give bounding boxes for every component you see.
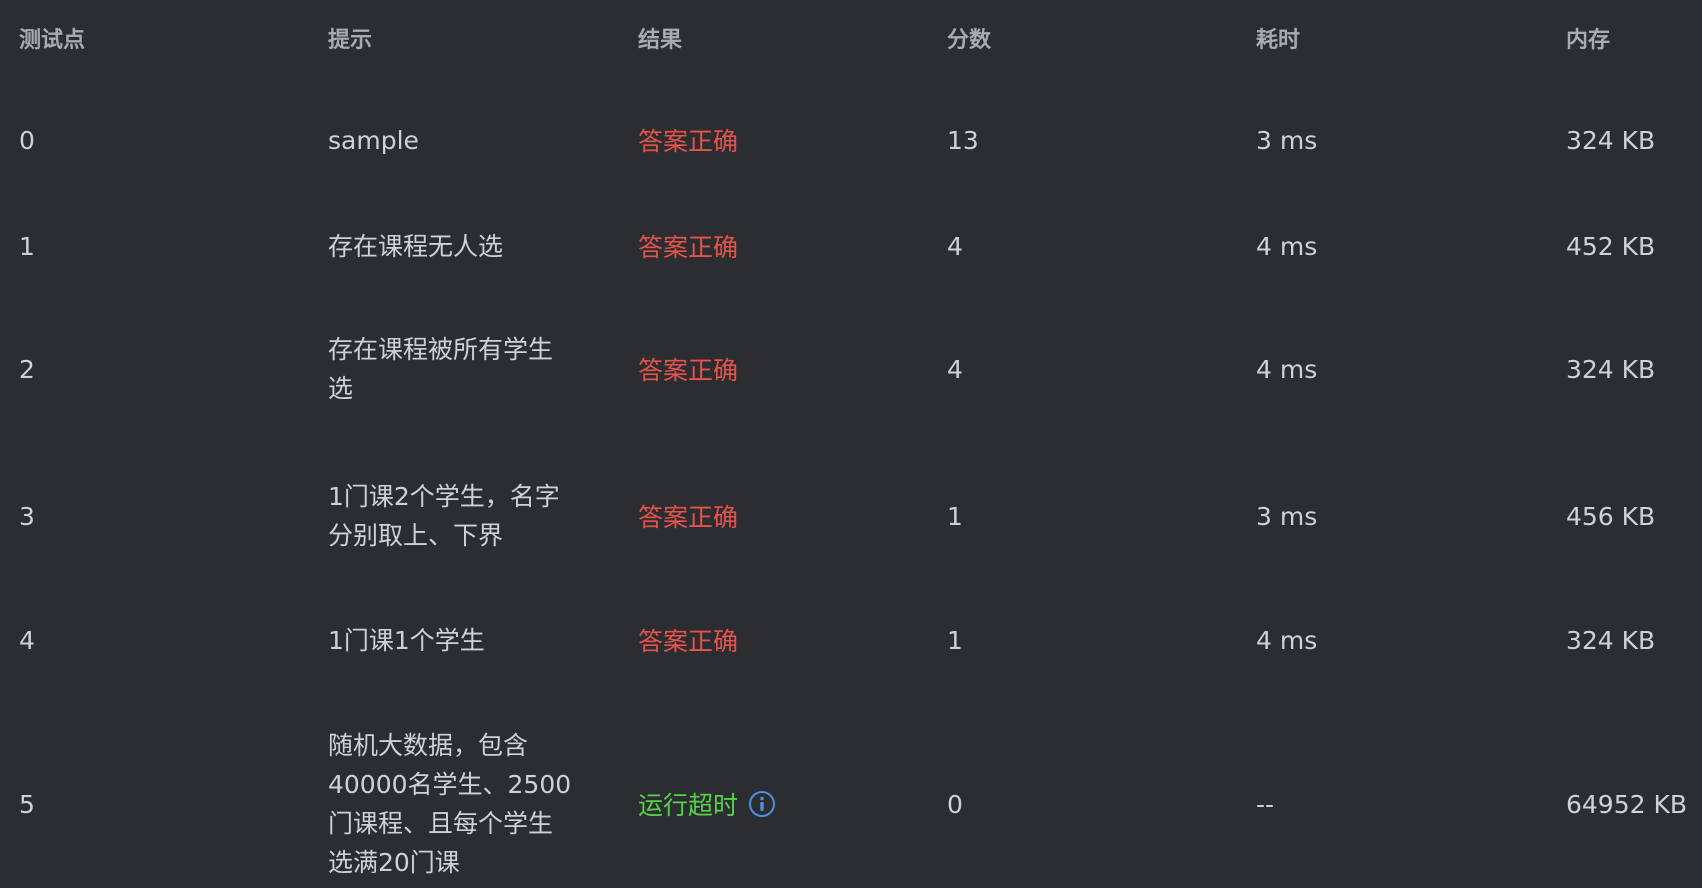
- hint-line: sample: [328, 125, 419, 155]
- header-hint: 提示: [328, 28, 373, 53]
- hint-cell: 存在课程被所有学生选: [328, 308, 583, 430]
- hint-text: 存在课程无人选: [328, 227, 583, 266]
- test-point-id: 1: [19, 231, 35, 261]
- table-row: 2 存在课程被所有学生选 答案正确 4 4 ms 324 KB: [0, 308, 1702, 430]
- hint-line: 1门课2个学生，名字: [328, 482, 560, 511]
- header-time: 耗时: [1256, 28, 1301, 53]
- hint-line: 1门课1个学生: [328, 625, 485, 655]
- score-value: 1: [947, 625, 963, 655]
- memory-value: 452 KB: [1566, 231, 1656, 261]
- test-point-id: 5: [19, 789, 35, 819]
- time-value: 4 ms: [1256, 231, 1318, 261]
- score-value: 1: [947, 501, 963, 531]
- hint-text: sample: [328, 121, 583, 160]
- time-value: --: [1256, 789, 1275, 819]
- table-row: 1 存在课程无人选 答案正确 4 4 ms 452 KB: [0, 196, 1702, 296]
- hint-cell: 1门课2个学生，名字 分别取上、下界: [328, 452, 583, 580]
- table-row: 5 随机大数据，包含 40000名学生、2500 门课程、且每个学生 选满20门课 运行超…: [0, 720, 1702, 888]
- hint-line: 存在课程无人选: [328, 231, 504, 261]
- time-value: 3 ms: [1256, 125, 1318, 155]
- test-point-id: 2: [19, 354, 35, 384]
- hint-text: 随机大数据，包含 40000名学生、2500 门课程、且每个学生 选满20门课: [328, 726, 583, 882]
- score-value: 0: [947, 789, 963, 819]
- hint-cell: 存在课程无人选: [328, 196, 583, 296]
- memory-value: 64952 KB: [1566, 789, 1688, 819]
- table-row: 0 sample 答案正确 13 3 ms 324 KB: [0, 90, 1702, 190]
- table-row: 3 1门课2个学生，名字 分别取上、下界 答案正确 1 3 ms 456 KB: [0, 452, 1702, 580]
- table-row: 4 1门课1个学生 答案正确 1 4 ms 324 KB: [0, 590, 1702, 690]
- memory-value: 324 KB: [1566, 625, 1656, 655]
- test-point-id: 4: [19, 625, 35, 655]
- memory-value: 324 KB: [1566, 354, 1656, 384]
- table-header: 测试点 提示 结果 分数 耗时 内存: [0, 0, 1702, 78]
- hint-cell: sample: [328, 90, 583, 190]
- result-cell: 答案正确: [638, 308, 738, 430]
- test-point-id: 0: [19, 125, 35, 155]
- score-value: 4: [947, 231, 963, 261]
- hint-line: 选满20门课: [328, 848, 460, 877]
- time-value: 3 ms: [1256, 501, 1318, 531]
- hint-text: 1门课2个学生，名字 分别取上、下界: [328, 477, 583, 555]
- hint-line: 分别取上、下界: [328, 521, 504, 550]
- hint-line: 选: [328, 374, 354, 403]
- hint-line: 40000名学生、2500: [328, 770, 572, 799]
- result-cell: 答案正确: [638, 452, 738, 580]
- result-status-text: 答案正确: [638, 503, 739, 532]
- test-results-table: 测试点 提示 结果 分数 耗时 内存 0 sample 答案正确 13 3 ms 324 …: [0, 0, 1702, 888]
- hint-cell: 随机大数据，包含 40000名学生、2500 门课程、且每个学生 选满20门课: [328, 720, 583, 888]
- header-result: 结果: [638, 28, 683, 53]
- score-value: 13: [947, 125, 979, 155]
- memory-value: 456 KB: [1566, 501, 1656, 531]
- hint-line: 存在课程被所有学生: [328, 335, 554, 364]
- header-score: 分数: [947, 28, 992, 53]
- memory-value: 324 KB: [1566, 125, 1656, 155]
- hint-text: 1门课1个学生: [328, 621, 583, 660]
- result-status-text: 答案正确: [638, 233, 739, 262]
- hint-line: 随机大数据，包含: [328, 731, 529, 760]
- header-memory: 内存: [1566, 28, 1611, 53]
- header-test-point: 测试点: [19, 28, 86, 53]
- result-cell: 答案正确: [638, 90, 738, 190]
- result-status-text: 答案正确: [638, 127, 739, 156]
- score-value: 4: [947, 354, 963, 384]
- result-cell: 运行超时: [638, 720, 776, 888]
- result-cell: 答案正确: [638, 196, 738, 296]
- hint-cell: 1门课1个学生: [328, 590, 583, 690]
- result-status-text: 运行超时: [638, 791, 739, 820]
- hint-text: 存在课程被所有学生选: [328, 330, 583, 408]
- hint-line: 门课程、且每个学生: [328, 809, 554, 838]
- time-value: 4 ms: [1256, 625, 1318, 655]
- result-status-text: 答案正确: [638, 356, 739, 385]
- test-point-id: 3: [19, 501, 35, 531]
- time-value: 4 ms: [1256, 354, 1318, 384]
- info-circle-icon[interactable]: [748, 790, 776, 818]
- result-cell: 答案正确: [638, 590, 738, 690]
- result-status-text: 答案正确: [638, 627, 739, 656]
